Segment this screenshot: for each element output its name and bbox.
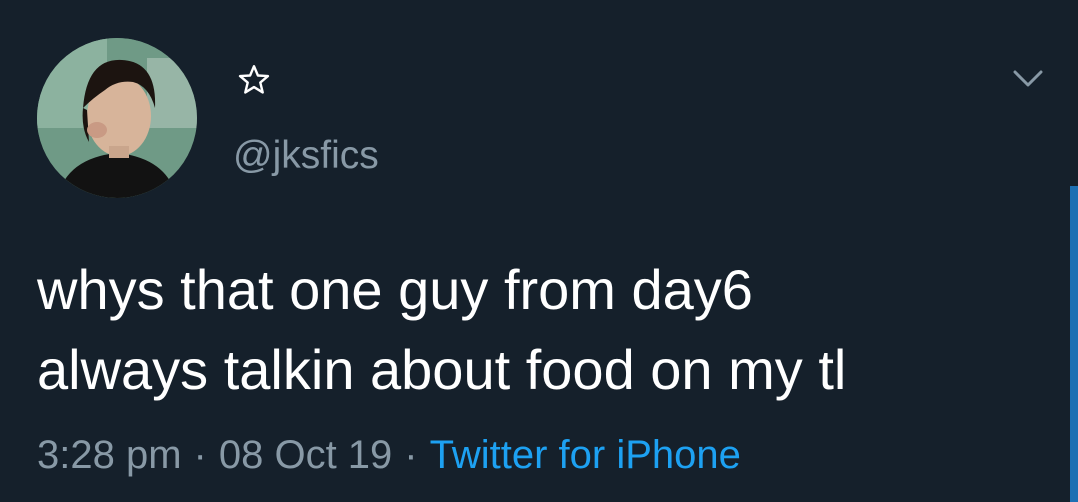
tweet-meta: 3:28 pm · 08 Oct 19 · Twitter for iPhone (37, 430, 741, 480)
tweet-source-link[interactable]: Twitter for iPhone (430, 433, 741, 477)
tweet-time: 3:28 pm (37, 433, 182, 477)
avatar[interactable] (37, 38, 197, 198)
chevron-down-icon[interactable] (1010, 64, 1046, 92)
scroll-indicator (1070, 186, 1078, 502)
star-outline-icon[interactable] (236, 62, 272, 98)
meta-separator: · (404, 433, 418, 477)
user-handle[interactable]: @jksfics (233, 134, 379, 178)
tweet-date: 08 Oct 19 (218, 433, 393, 477)
tweet-text-line: always talkin about food on my tl (37, 338, 847, 401)
tweet-text: whys that one guy from day6 always talki… (37, 250, 1037, 410)
tweet-text-line: whys that one guy from day6 (37, 258, 753, 321)
profile-photo-icon (37, 38, 197, 198)
meta-separator: · (193, 433, 207, 477)
